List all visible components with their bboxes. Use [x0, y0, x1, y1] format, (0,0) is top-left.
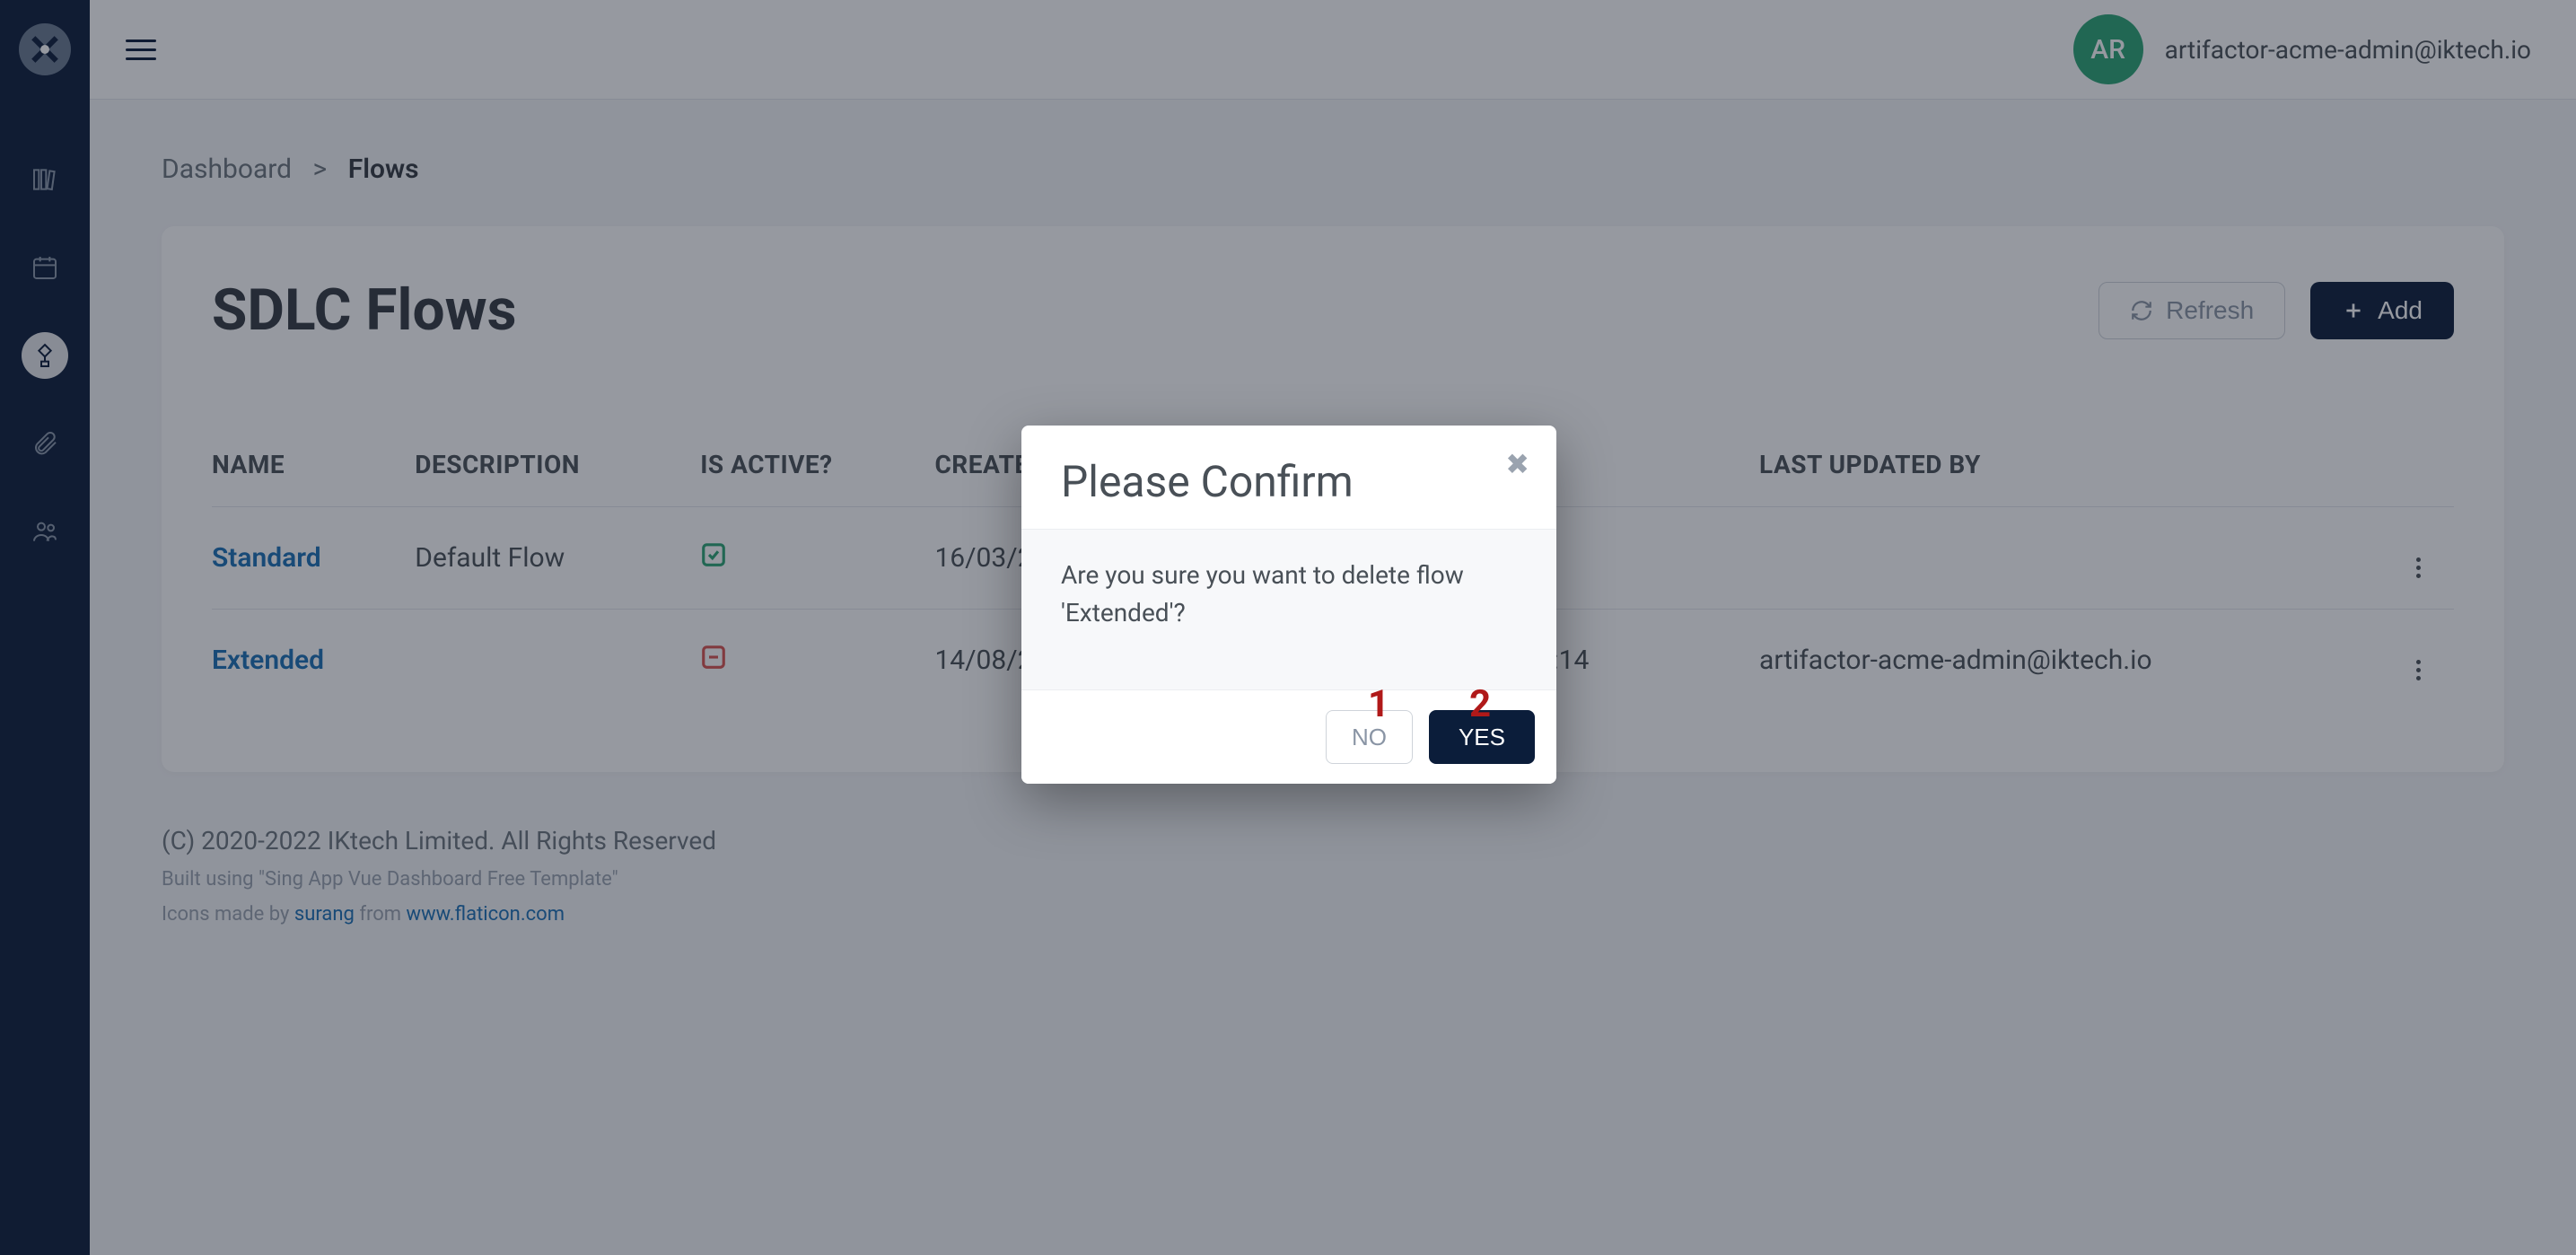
modal-body: Are you sure you want to delete flow 'Ex… — [1021, 530, 1556, 689]
modal-title: Please Confirm — [1061, 456, 1517, 507]
modal-header: Please Confirm ✖ — [1021, 426, 1556, 530]
annotation-1: 1 — [1368, 682, 1389, 726]
annotation-2: 2 — [1469, 682, 1491, 726]
confirm-modal: Please Confirm ✖ Are you sure you want t… — [1021, 426, 1556, 784]
close-icon: ✖ — [1505, 448, 1529, 480]
modal-close-button[interactable]: ✖ — [1505, 447, 1529, 481]
